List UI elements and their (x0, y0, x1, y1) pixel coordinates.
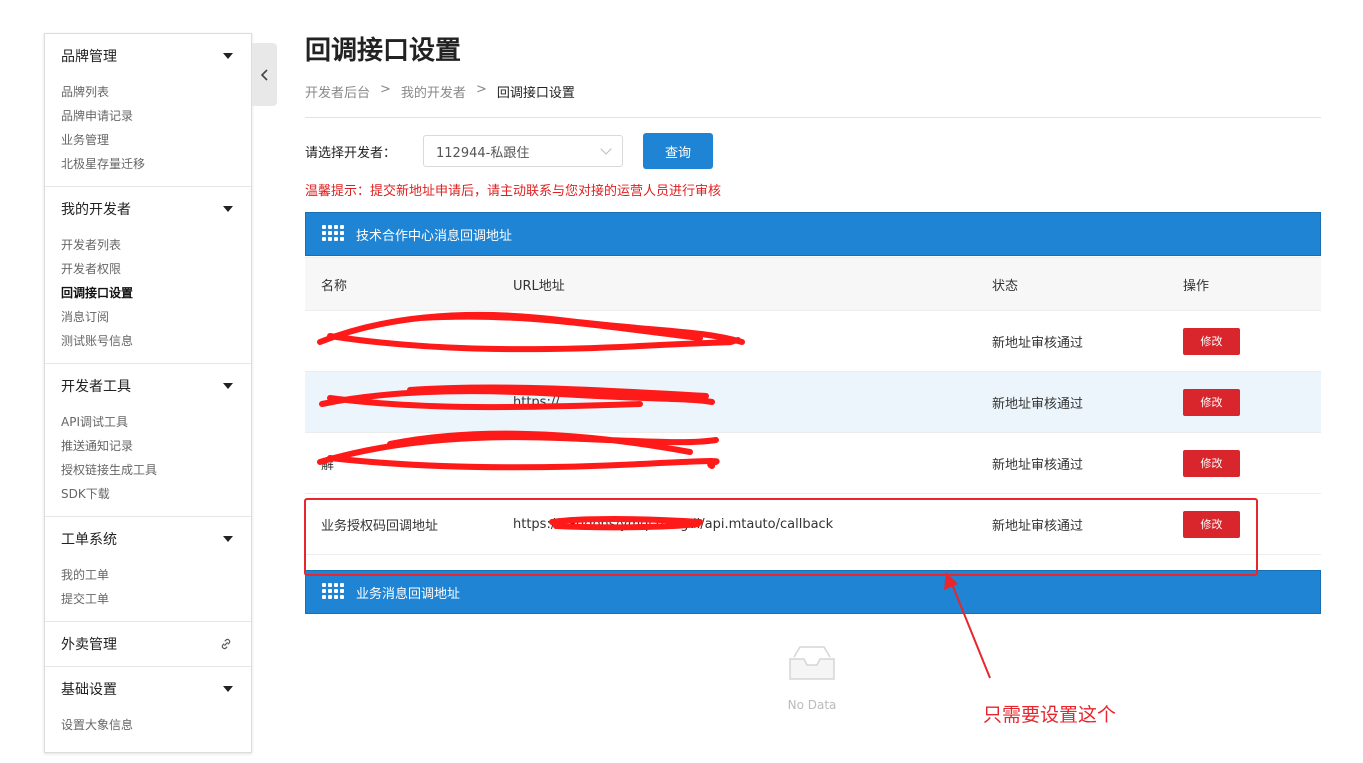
sidebar-group-settings: 基础设置 设置大象信息 (45, 667, 251, 747)
highlight-box (304, 498, 1258, 576)
sidebar-item-sdk-download[interactable]: SDK下载 (45, 482, 251, 506)
sidebar-item-auth-link[interactable]: 授权链接生成工具 (45, 458, 251, 482)
sidebar-group-delivery: 外卖管理 (45, 622, 251, 667)
edit-button[interactable]: 修改 (1183, 327, 1240, 355)
sidebar-group-header[interactable]: 工单系统 (45, 517, 251, 561)
sidebar-item-elephant-info[interactable]: 设置大象信息 (45, 713, 251, 737)
sidebar-group-brand: 品牌管理 品牌列表 品牌申请记录 业务管理 北极星存量迁移 (45, 34, 251, 187)
breadcrumb-separator: > (475, 82, 487, 97)
link-icon (221, 638, 231, 650)
page-title: 回调接口设置 (305, 36, 462, 66)
query-button[interactable]: 查询 (643, 133, 713, 169)
breadcrumb-item[interactable]: 我的开发者 (401, 82, 466, 101)
sidebar-group-tools: 开发者工具 API调试工具 推送通知记录 授权链接生成工具 SDK下载 (45, 364, 251, 517)
breadcrumb-current: 回调接口设置 (496, 86, 575, 101)
table-row: https:// 新地址审核通过 修改 (305, 372, 1321, 433)
sidebar-group-developer: 我的开发者 开发者列表 开发者权限 回调接口设置 消息订阅 测试账号信息 (45, 187, 251, 364)
sidebar-item-brand-list[interactable]: 品牌列表 (45, 80, 251, 104)
caret-down-icon (223, 206, 233, 212)
sidebar-item-test-account[interactable]: 测试账号信息 (45, 329, 251, 353)
divider (305, 117, 1321, 118)
sidebar-item-submit-ticket[interactable]: 提交工单 (45, 587, 251, 611)
sidebar-group-header[interactable]: 品牌管理 (45, 34, 251, 78)
caret-down-icon (223, 53, 233, 59)
sidebar-group-header[interactable]: 开发者工具 (45, 364, 251, 408)
chevron-left-icon (260, 68, 268, 81)
caret-down-icon (223, 686, 233, 692)
apps-grid-icon (322, 225, 344, 243)
sidebar-item-brand-apply[interactable]: 品牌申请记录 (45, 104, 251, 128)
empty-inbox-icon (789, 646, 835, 680)
sidebar-item-my-tickets[interactable]: 我的工单 (45, 563, 251, 587)
sidebar-group-tickets: 工单系统 我的工单 提交工单 (45, 517, 251, 622)
table-row: 新地址审核通过 修改 (305, 311, 1321, 372)
edit-button[interactable]: 修改 (1183, 388, 1240, 416)
table-row: 解 新地址审核通过 修改 (305, 433, 1321, 494)
column-header-action: 操作 (1183, 278, 1210, 294)
edit-button[interactable]: 修改 (1183, 449, 1240, 477)
sidebar: 品牌管理 品牌列表 品牌申请记录 业务管理 北极星存量迁移 我的开发者 开发者列… (44, 33, 252, 753)
sidebar-group-header[interactable]: 我的开发者 (45, 187, 251, 231)
row-status: 新地址审核通过 (992, 457, 1084, 473)
column-header-url: URL地址 (513, 278, 565, 294)
caret-down-icon (223, 536, 233, 542)
column-header-status: 状态 (992, 278, 1019, 294)
panel-title: 业务消息回调地址 (356, 586, 461, 602)
apps-grid-icon (322, 583, 344, 601)
developer-select[interactable]: 112944-私跟住 (423, 135, 623, 167)
row-status: 新地址审核通过 (992, 396, 1084, 412)
sidebar-item-callback-settings[interactable]: 回调接口设置 (45, 281, 251, 305)
row-url: https:// (513, 394, 560, 410)
developer-select-value: 112944-私跟住 (436, 145, 530, 161)
breadcrumb-item[interactable]: 开发者后台 (305, 82, 370, 101)
sidebar-item-business[interactable]: 业务管理 (45, 128, 251, 152)
row-status: 新地址审核通过 (992, 335, 1084, 351)
sidebar-item-api-debug[interactable]: API调试工具 (45, 410, 251, 434)
sidebar-collapse-button[interactable] (252, 43, 277, 106)
empty-text: No Data (787, 698, 837, 712)
sidebar-group-header[interactable]: 基础设置 (45, 667, 251, 711)
sidebar-item-developer-list[interactable]: 开发者列表 (45, 233, 251, 257)
panel-header-tech-callback: 技术合作中心消息回调地址 (305, 212, 1321, 256)
breadcrumb: 开发者后台 > 我的开发者 > 回调接口设置 (305, 82, 575, 101)
panel-title: 技术合作中心消息回调地址 (356, 228, 513, 244)
sidebar-item-migration[interactable]: 北极星存量迁移 (45, 152, 251, 176)
developer-select-label: 请选择开发者： (305, 146, 397, 161)
annotation-note: 只需要设置这个 (983, 704, 1117, 726)
chevron-down-icon (600, 143, 612, 155)
row-name: 解 (321, 457, 335, 473)
column-header-name: 名称 (321, 278, 348, 294)
panel-header-business-callback: 业务消息回调地址 (305, 570, 1321, 614)
breadcrumb-separator: > (380, 82, 391, 97)
caret-down-icon (223, 383, 233, 389)
empty-state: No Data (772, 643, 852, 712)
sidebar-item-message-subscribe[interactable]: 消息订阅 (45, 305, 251, 329)
sidebar-item-push-log[interactable]: 推送通知记录 (45, 434, 251, 458)
sidebar-item-developer-permission[interactable]: 开发者权限 (45, 257, 251, 281)
warning-tip: 温馨提示：提交新地址申请后，请主动联系与您对接的运营人员进行审核 (305, 184, 722, 199)
table-header-row: 名称 URL地址 状态 操作 (305, 257, 1321, 311)
sidebar-item-delivery[interactable]: 外卖管理 (45, 622, 251, 666)
